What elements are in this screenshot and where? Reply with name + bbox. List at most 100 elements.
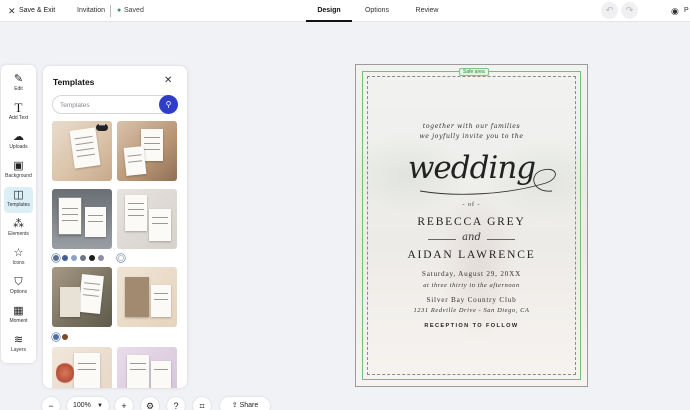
save-exit-button[interactable]: Save & Exit	[19, 0, 55, 22]
color-swatches	[118, 255, 138, 262]
event-time[interactable]: at three thirty in the afternoon	[356, 282, 587, 289]
search-button[interactable]: ⚲	[159, 95, 178, 114]
color-swatch[interactable]	[53, 255, 59, 261]
and-text[interactable]: and	[356, 232, 587, 243]
tool-edit[interactable]: ✎ Edit	[4, 71, 33, 97]
settings-button[interactable]: ⚙	[141, 397, 159, 410]
undo-button[interactable]: ↶	[601, 2, 618, 19]
zoom-select[interactable]: 100% ▼	[67, 397, 109, 410]
tool-options[interactable]: ⛉ Options	[4, 274, 33, 300]
name-2[interactable]: AIDAN LAWRENCE	[356, 249, 587, 261]
share-label: Share	[239, 402, 259, 409]
template-thumbnail[interactable]	[117, 121, 177, 181]
text-line	[88, 221, 103, 222]
zoom-level: 100%	[73, 402, 91, 409]
color-swatch[interactable]	[62, 255, 68, 261]
magic-wand-icon: ✎	[13, 73, 24, 85]
venue-address[interactable]: 1231 Redville Drive - San Diego, CA	[356, 307, 587, 314]
text-line	[144, 137, 160, 138]
close-icon[interactable]: ✕	[164, 75, 172, 86]
invitation-canvas[interactable]: Safe area together with our families we …	[355, 64, 588, 387]
tool-uploads[interactable]: ☁ Uploads	[4, 129, 33, 155]
text-line	[154, 369, 168, 370]
of-divider-text[interactable]: - of -	[356, 202, 587, 208]
tool-label: Add Text	[8, 115, 29, 121]
venue-name[interactable]: Silver Bay Country Club	[356, 296, 587, 304]
minus-icon: −	[48, 401, 54, 410]
template-thumbnail[interactable]	[52, 347, 112, 388]
tool-label: Background	[5, 173, 32, 179]
tool-rail: ✎ Edit T Add Text ☁ Uploads ▣ Background…	[1, 65, 36, 363]
chevron-down-icon: ▼	[97, 403, 103, 409]
tool-label: Elements	[8, 231, 29, 237]
search-input[interactable]	[60, 99, 155, 111]
invitation-card-preview	[151, 285, 171, 317]
name-1[interactable]: REBECCA GREY	[356, 216, 587, 228]
tab-options[interactable]: Options	[357, 0, 397, 22]
undo-icon: ↶	[605, 5, 614, 15]
color-swatch[interactable]	[98, 255, 104, 261]
help-button[interactable]: ?	[167, 397, 185, 410]
crop-button[interactable]: ⌗	[193, 397, 211, 410]
template-thumbnail[interactable]: •••	[52, 121, 112, 181]
tool-icons[interactable]: ☆ Icons	[4, 245, 33, 271]
intro-line-1[interactable]: together with our families	[356, 123, 587, 130]
preview-button[interactable]: P	[684, 0, 689, 22]
zoom-in-button[interactable]: +	[115, 397, 133, 410]
tool-label: Templates	[7, 202, 30, 208]
tool-label: Uploads	[9, 144, 28, 150]
text-line	[74, 135, 93, 140]
invitation-card-preview	[60, 287, 80, 317]
templates-icon: ◫	[13, 189, 24, 201]
text-line	[84, 282, 100, 285]
template-thumbnail[interactable]	[52, 189, 112, 249]
text-line	[62, 214, 78, 215]
elements-icon: ⁂	[13, 218, 24, 230]
tool-layers[interactable]: ≋ Layers	[4, 332, 33, 358]
invitation-card-preview	[58, 197, 82, 235]
text-line	[83, 294, 99, 297]
text-line	[128, 160, 143, 163]
event-date[interactable]: Saturday, August 29, 20XX	[356, 270, 587, 278]
more-options-button[interactable]: •••	[96, 123, 108, 131]
tool-moment[interactable]: ▦ Moment	[4, 303, 33, 329]
invitation-card-preview	[85, 207, 106, 237]
tool-add-text[interactable]: T Add Text	[4, 100, 33, 126]
color-swatch[interactable]	[118, 255, 124, 261]
text-line	[144, 143, 160, 144]
tool-background[interactable]: ▣ Background	[4, 158, 33, 184]
cloud-upload-icon: ☁	[13, 131, 24, 143]
share-button[interactable]: ⇪ Share	[220, 397, 270, 410]
template-search: ⚲	[52, 95, 178, 114]
tool-label: Edit	[14, 86, 23, 92]
color-swatch[interactable]	[89, 255, 95, 261]
template-thumbnail[interactable]	[117, 267, 177, 327]
share-icon: ⇪	[231, 402, 238, 409]
top-bar: ✕ Save & Exit Invitation ● Saved Design …	[0, 0, 690, 22]
color-swatch[interactable]	[71, 255, 77, 261]
text-line	[77, 363, 97, 364]
star-icon: ☆	[13, 247, 24, 259]
template-thumbnail[interactable]	[52, 267, 112, 327]
intro-line-2[interactable]: we joyfully invite you to the	[356, 133, 587, 140]
tool-label: Moment	[9, 318, 28, 324]
tab-review[interactable]: Review	[407, 0, 447, 22]
redo-button[interactable]: ↷	[621, 2, 638, 19]
template-thumbnail[interactable]	[117, 189, 177, 249]
text-line	[62, 220, 78, 221]
text-line	[152, 223, 168, 224]
eye-icon[interactable]: ◉	[671, 0, 679, 22]
gear-icon: ⚙	[145, 401, 155, 410]
color-swatch[interactable]	[62, 334, 68, 340]
tab-design[interactable]: Design	[306, 0, 352, 22]
color-swatch[interactable]	[53, 334, 59, 340]
color-swatch[interactable]	[80, 255, 86, 261]
tool-templates[interactable]: ◫ Templates	[4, 187, 33, 213]
calendar-icon: ▦	[13, 305, 24, 317]
zoom-out-button[interactable]: −	[42, 397, 60, 410]
tool-elements[interactable]: ⁂ Elements	[4, 216, 33, 242]
safe-area-label: Safe area	[459, 68, 489, 76]
template-thumbnail[interactable]	[117, 347, 177, 388]
reception-note[interactable]: RECEPTION TO FOLLOW	[356, 323, 587, 329]
close-icon[interactable]: ✕	[8, 0, 16, 22]
